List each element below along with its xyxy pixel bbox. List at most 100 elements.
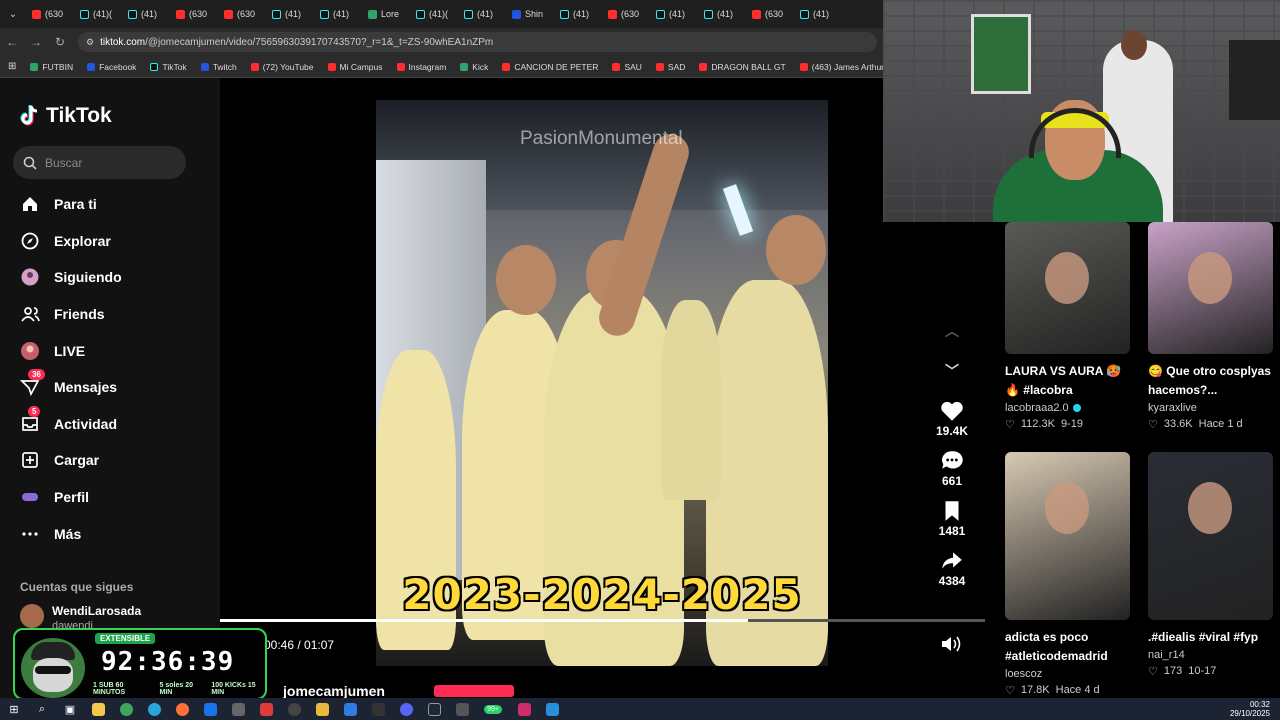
tiktok-logo[interactable]: TikTok [20, 104, 112, 128]
bookmark-item[interactable]: SAD [655, 62, 685, 72]
recommended-video-user[interactable]: loescoz [1005, 668, 1135, 680]
bookmark-item[interactable]: (463) James Arthur -... [799, 62, 883, 72]
task-view-icon[interactable]: ▣ [56, 698, 84, 720]
browser-tab[interactable]: (41) [458, 0, 506, 28]
recommended-video-card[interactable]: adicta es poco #atleticodemadrid loescoz ♡… [1005, 452, 1135, 697]
browser-tab[interactable]: (41)( [410, 0, 458, 28]
browser-tab[interactable]: (41) [554, 0, 602, 28]
sidebar-item-actividad[interactable]: 5 Actividad [0, 405, 220, 443]
store-icon[interactable] [336, 698, 364, 720]
bookmarks-bar: ⊞ FUTBIN Facebook TikTok Twitch (72) YouTube… [0, 56, 883, 78]
app-icon[interactable] [224, 698, 252, 720]
search-icon[interactable]: ⌕ [28, 698, 56, 720]
paint-icon[interactable] [538, 698, 566, 720]
sidebar-item-para-ti[interactable]: Para ti [0, 186, 220, 223]
bookmark-item[interactable]: Mi Campus [327, 62, 383, 72]
browser-tab[interactable]: (41)( [74, 0, 122, 28]
video-thumbnail[interactable] [1148, 452, 1273, 620]
browser-tab[interactable]: (630 [26, 0, 74, 28]
apps-grid-icon[interactable]: ⊞ [8, 61, 16, 72]
sidebar-item-friends[interactable]: Friends [0, 296, 220, 333]
forward-icon[interactable]: → [24, 35, 48, 49]
video-thumbnail[interactable] [1005, 222, 1130, 354]
steam-icon[interactable] [420, 698, 448, 720]
tab-search-icon[interactable]: ⌄ [0, 9, 26, 20]
sidebar-item-mensajes[interactable]: 36 Mensajes [0, 369, 220, 406]
windows-start-icon[interactable]: ⊞ [0, 698, 28, 720]
chrome-icon[interactable] [112, 698, 140, 720]
sidebar-item-perfil[interactable]: Perfil [0, 479, 220, 516]
recommended-video-title[interactable]: adicta es poco #atleticodemadrid [1005, 628, 1135, 666]
url-input[interactable]: ⚙ tiktok.com/@jomecamjumen/video/7565963… [78, 32, 877, 52]
discord-icon[interactable] [392, 698, 420, 720]
recommended-video-user[interactable]: kyaraxlive [1148, 402, 1278, 414]
obs-icon[interactable] [280, 698, 308, 720]
browser-tab[interactable]: (41) [650, 0, 698, 28]
sidebar-item-m-s[interactable]: Más [0, 515, 220, 552]
bookmark-item[interactable]: Facebook [87, 62, 136, 72]
video-frame[interactable]: PasionMonumental 2023-2024-2025 [376, 100, 828, 666]
bookmark-item[interactable]: DRAGON BALL GT [699, 62, 786, 72]
browser-tab[interactable]: (41) [122, 0, 170, 28]
calculator-icon[interactable] [448, 698, 476, 720]
recommended-video-user[interactable]: nai_r14 [1148, 649, 1278, 661]
reload-icon[interactable]: ↻ [48, 35, 72, 49]
browser-tab[interactable]: (630 [170, 0, 218, 28]
browser-tab[interactable]: Shin [506, 0, 554, 28]
bookmark-item[interactable]: SAU [612, 62, 642, 72]
browser-tab[interactable]: (41) [266, 0, 314, 28]
taskbar-clock[interactable]: 00:32 29/10/2025 [1230, 700, 1270, 718]
recommended-video-user[interactable]: lacobraaa2.0 [1005, 402, 1135, 414]
media-icon[interactable] [364, 698, 392, 720]
app2-icon[interactable] [510, 698, 538, 720]
comment-button[interactable]: 661 [922, 448, 982, 488]
bookmark-item[interactable]: CANCION DE PETER [502, 62, 598, 72]
bookmark-item[interactable]: TikTok [150, 62, 187, 72]
youtube-app-icon[interactable] [252, 698, 280, 720]
bookmark-item[interactable]: (72) YouTube [250, 62, 314, 72]
mail-icon[interactable] [196, 698, 224, 720]
site-info-icon[interactable]: ⚙ [86, 37, 94, 48]
folder-icon[interactable] [308, 698, 336, 720]
sidebar-item-live[interactable]: LIVE [0, 332, 220, 369]
edge-icon[interactable] [140, 698, 168, 720]
follow-button[interactable] [434, 685, 514, 697]
volume-icon[interactable] [940, 634, 962, 654]
video-player[interactable]: PasionMonumental 2023-2024-2025 00:46 / … [220, 100, 985, 680]
browser-tab[interactable]: (41) [698, 0, 746, 28]
recommended-video-title[interactable]: .#diealis #viral #fyp [1148, 628, 1278, 647]
share-button[interactable]: 4384 [922, 548, 982, 588]
browser-tab[interactable]: (41) [794, 0, 842, 28]
sidebar-item-explorar[interactable]: Explorar [0, 223, 220, 260]
recommended-video-card[interactable]: LAURA VS AURA 🥵 🔥 #lacobra lacobraaa2.0 ♡ 1… [1005, 222, 1135, 431]
back-icon[interactable]: ← [0, 35, 24, 49]
video-thumbnail[interactable] [1005, 452, 1130, 620]
save-button[interactable]: 1481 [922, 498, 982, 538]
video-thumbnail[interactable] [1148, 222, 1273, 354]
firefox-icon[interactable] [168, 698, 196, 720]
bookmark-item[interactable]: Kick [460, 62, 488, 72]
recommended-username: loescoz [1005, 668, 1043, 680]
prev-video-button[interactable]: ︿ [922, 318, 982, 344]
bookmark-item[interactable]: Instagram [396, 62, 446, 72]
next-video-button[interactable]: ﹀ [922, 358, 982, 384]
like-button[interactable]: 19.4K [922, 398, 982, 438]
whatsapp-icon[interactable]: 99+ [476, 698, 510, 720]
recommended-video-title[interactable]: 😋 Que otro cosplyas hacemos?... [1148, 362, 1278, 400]
video-progress-bar[interactable] [220, 619, 985, 622]
browser-tab[interactable]: (630 [218, 0, 266, 28]
search-input[interactable]: Buscar [13, 146, 186, 179]
browser-tab[interactable]: (41) [314, 0, 362, 28]
recommended-video-card[interactable]: 😋 Que otro cosplyas hacemos?... kyaraxliv… [1148, 222, 1278, 431]
explorer-icon[interactable] [84, 698, 112, 720]
bookmark-item[interactable]: FUTBIN [30, 62, 73, 72]
recommended-video-card[interactable]: .#diealis #viral #fyp nai_r14 ♡ 173 10-17 [1148, 452, 1278, 678]
sidebar-item-siguiendo[interactable]: Siguiendo [0, 259, 220, 296]
recommended-video-title[interactable]: LAURA VS AURA 🥵 🔥 #lacobra [1005, 362, 1135, 400]
bookmark-item[interactable]: Twitch [200, 62, 237, 72]
video-author[interactable]: jomecamjumen [283, 683, 385, 699]
browser-tab[interactable]: Lore [362, 0, 410, 28]
sidebar-item-cargar[interactable]: Cargar [0, 442, 220, 479]
browser-tab[interactable]: (630 [746, 0, 794, 28]
browser-tab[interactable]: (630 [602, 0, 650, 28]
